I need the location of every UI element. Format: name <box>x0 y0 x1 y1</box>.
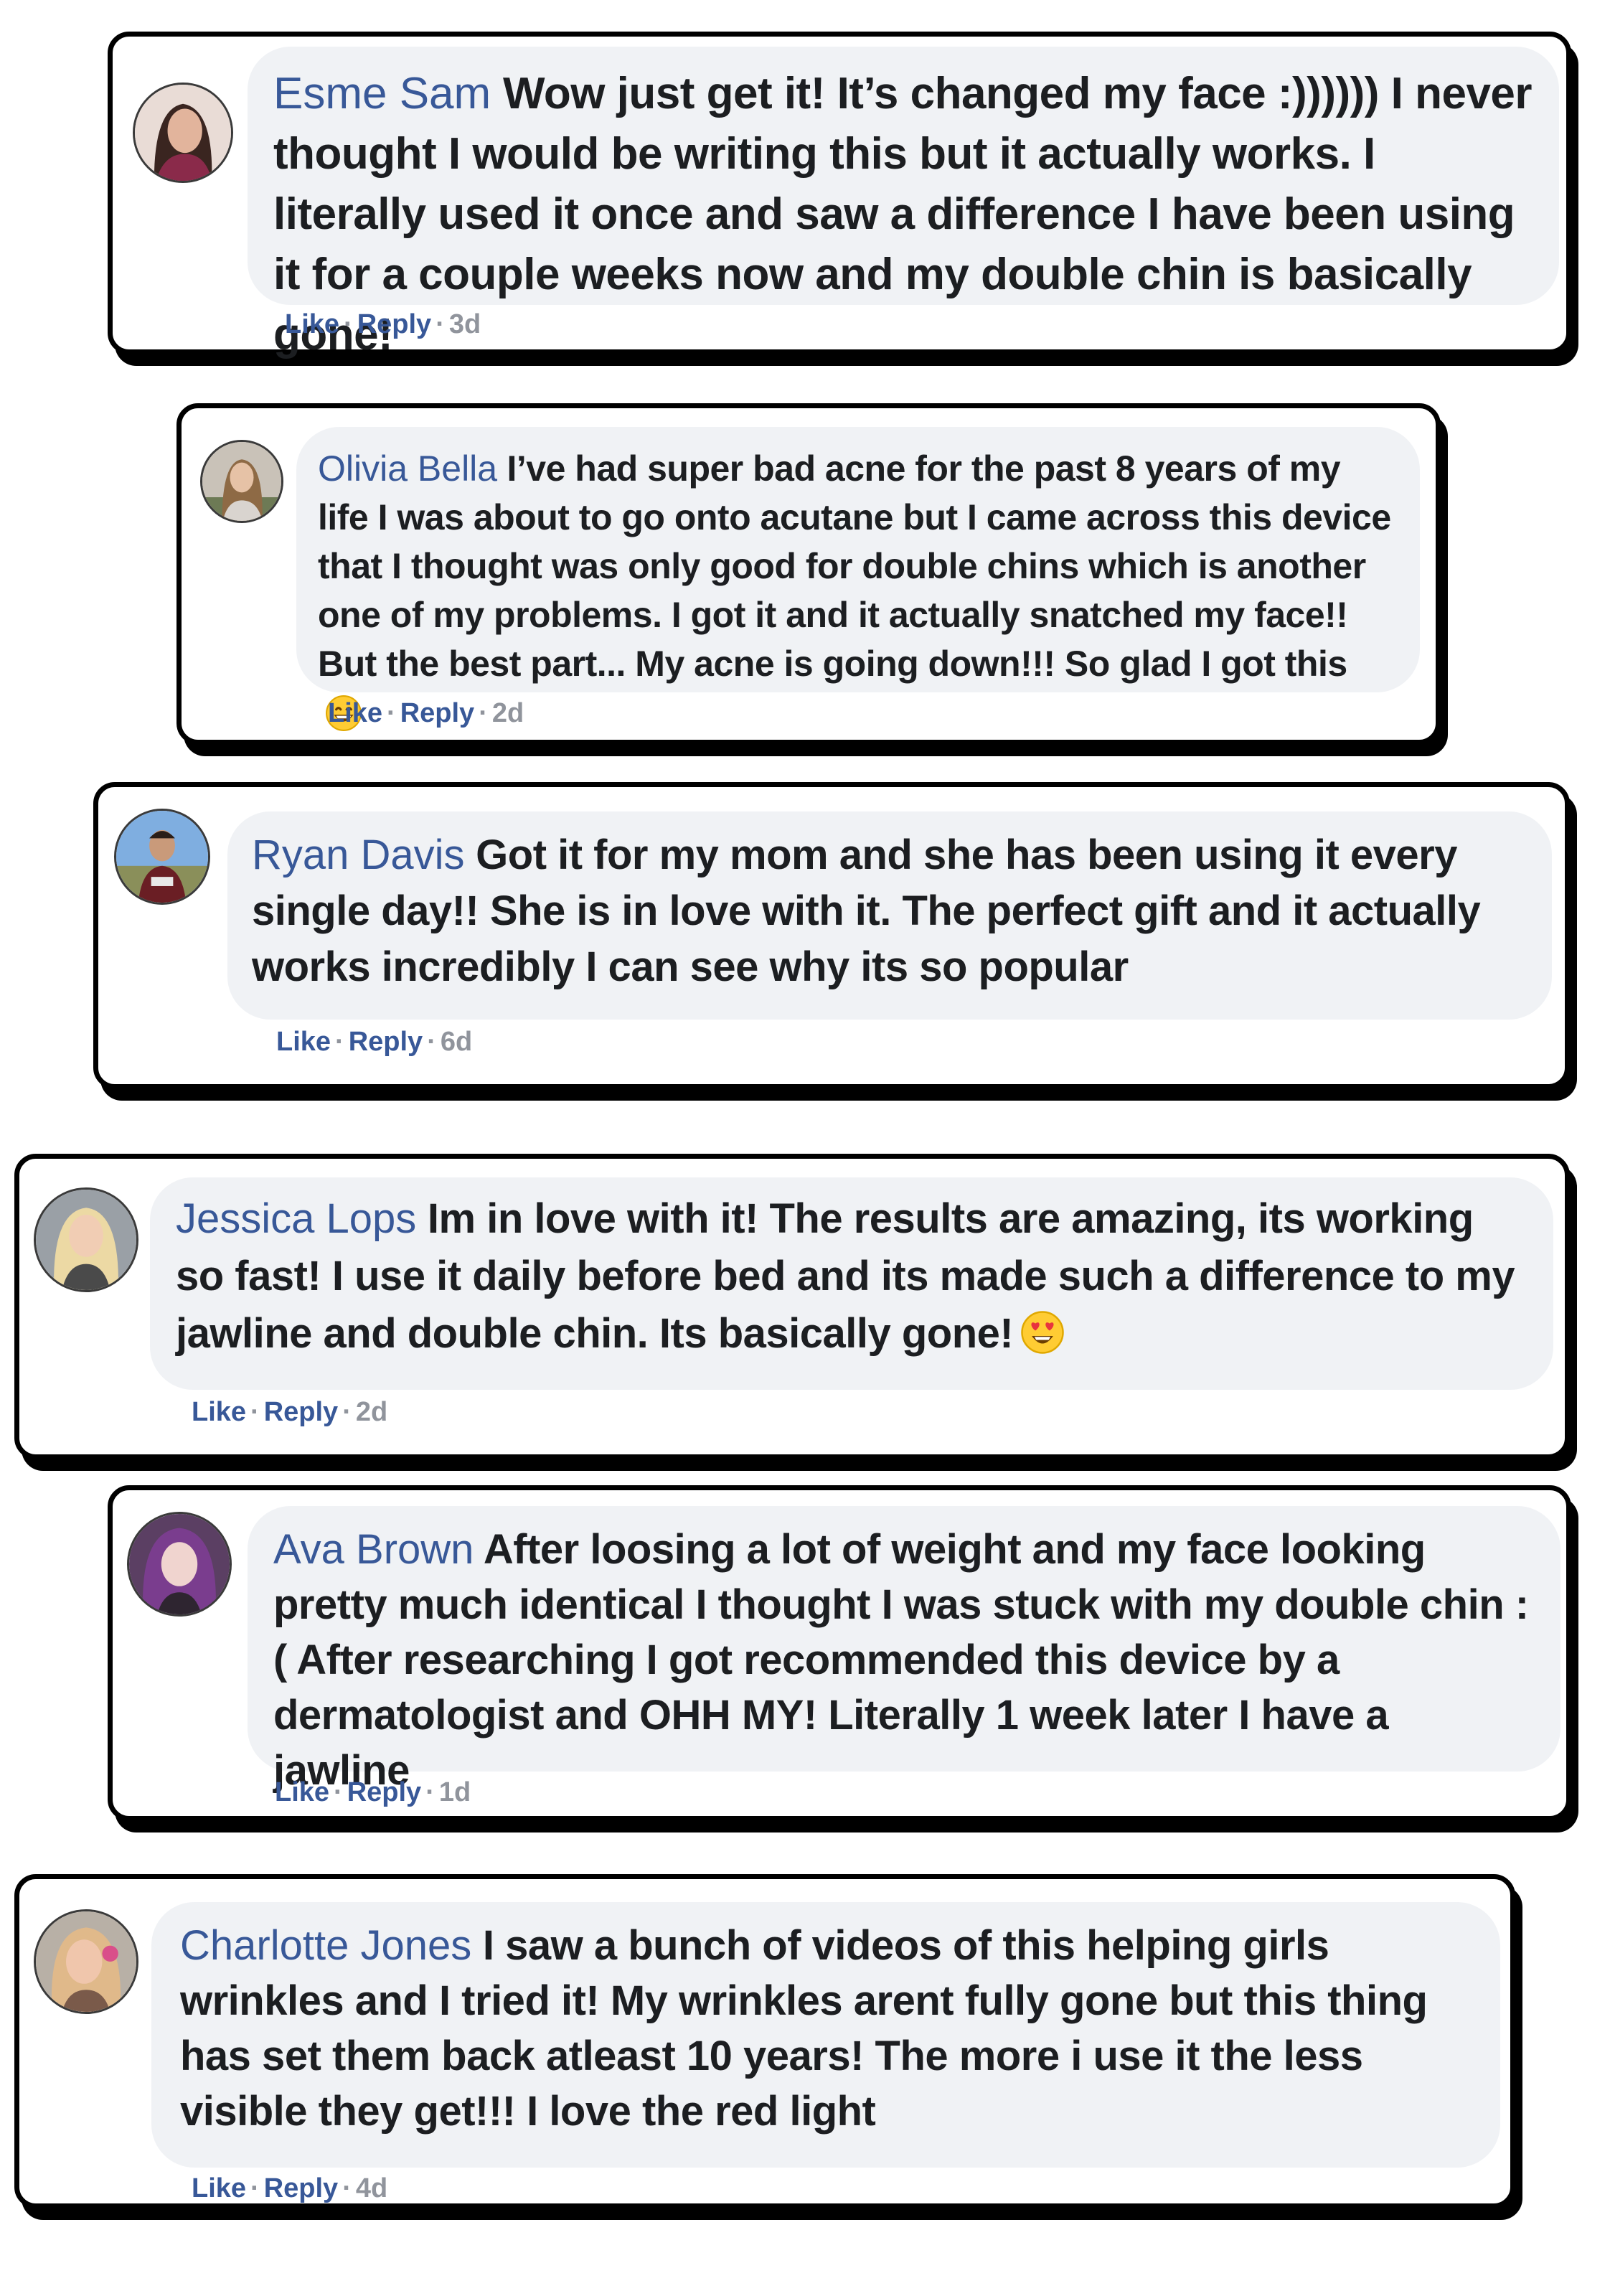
like-link[interactable]: Like <box>328 698 382 728</box>
heart-eyes-icon <box>1020 1310 1065 1370</box>
avatar-photo-icon <box>202 442 281 521</box>
separator: · <box>250 2173 260 2203</box>
like-link[interactable]: Like <box>192 1397 246 1427</box>
comment-actions: Like · Reply · 2d <box>328 698 524 729</box>
avatar[interactable] <box>200 440 283 523</box>
avatar[interactable] <box>114 809 210 905</box>
avatar-photo-icon <box>116 811 208 903</box>
comment-actions: Like · Reply · 1d <box>275 1777 471 1808</box>
separator: · <box>342 2173 352 2203</box>
avatar-photo-icon <box>36 1911 136 2012</box>
comment-actions: Like · Reply · 3d <box>285 309 481 340</box>
avatar[interactable] <box>34 1909 138 2014</box>
timestamp[interactable]: 3d <box>449 309 481 339</box>
comment-actions: Like · Reply · 2d <box>192 1397 387 1428</box>
timestamp[interactable]: 2d <box>492 698 524 728</box>
comment-card: Ryan Davis Got it for my mom and she has… <box>93 782 1570 1089</box>
commenter-name[interactable]: Ava Brown <box>273 1526 474 1573</box>
comment-card: Jessica Lops Im in love with it! The res… <box>14 1154 1570 1459</box>
comment-bubble: Jessica Lops Im in love with it! The res… <box>150 1177 1553 1390</box>
commenter-name[interactable]: Ryan Davis <box>252 832 465 878</box>
like-link[interactable]: Like <box>285 309 339 339</box>
separator: · <box>387 698 396 728</box>
separator: · <box>479 698 488 728</box>
commenter-name[interactable]: Esme Sam <box>273 69 491 118</box>
timestamp[interactable]: 2d <box>356 1397 387 1427</box>
comment-actions: Like · Reply · 6d <box>276 1027 472 1058</box>
commenter-name[interactable]: Jessica Lops <box>176 1195 416 1242</box>
timestamp[interactable]: 1d <box>439 1777 471 1807</box>
reply-link[interactable]: Reply <box>264 2173 338 2203</box>
comment-card: Ava Brown After loosing a lot of weight … <box>108 1485 1571 1821</box>
reply-link[interactable]: Reply <box>347 1777 421 1807</box>
avatar[interactable] <box>127 1512 232 1617</box>
timestamp[interactable]: 6d <box>441 1027 472 1057</box>
reply-link[interactable]: Reply <box>400 698 474 728</box>
separator: · <box>344 309 353 339</box>
comment-card: Esme Sam Wow just get it! It’s changed m… <box>108 32 1571 359</box>
separator: · <box>342 1397 352 1427</box>
separator: · <box>427 1027 436 1057</box>
separator: · <box>334 1777 343 1807</box>
avatar-photo-icon <box>135 85 231 181</box>
comment-card: Charlotte Jones I saw a bunch of videos … <box>14 1874 1515 2208</box>
reply-link[interactable]: Reply <box>349 1027 423 1057</box>
commenter-name[interactable]: Charlotte Jones <box>180 1922 471 1969</box>
comment-bubble: Ryan Davis Got it for my mom and she has… <box>227 811 1552 1020</box>
comment-bubble: Charlotte Jones I saw a bunch of videos … <box>151 1902 1500 2168</box>
separator: · <box>425 1777 435 1807</box>
separator: · <box>436 309 445 339</box>
comment-card: Olivia Bella I’ve had super bad acne for… <box>176 403 1441 745</box>
separator: · <box>335 1027 344 1057</box>
avatar[interactable] <box>133 83 233 183</box>
comment-bubble: Esme Sam Wow just get it! It’s changed m… <box>248 47 1559 359</box>
avatar-photo-icon <box>36 1190 136 1290</box>
avatar-photo-icon <box>129 1514 230 1614</box>
like-link[interactable]: Like <box>276 1027 331 1057</box>
comment-bubble: Ava Brown After loosing a lot of weight … <box>248 1506 1560 1794</box>
like-link[interactable]: Like <box>275 1777 329 1807</box>
separator: · <box>250 1397 260 1427</box>
avatar[interactable] <box>34 1187 138 1292</box>
comment-bubble: Olivia Bella I’ve had super bad acne for… <box>296 427 1420 731</box>
timestamp[interactable]: 4d <box>356 2173 387 2203</box>
commenter-name[interactable]: Olivia Bella <box>318 448 497 489</box>
like-link[interactable]: Like <box>192 2173 246 2203</box>
comment-actions: Like · Reply · 4d <box>192 2173 387 2204</box>
reply-link[interactable]: Reply <box>357 309 431 339</box>
reply-link[interactable]: Reply <box>264 1397 338 1427</box>
